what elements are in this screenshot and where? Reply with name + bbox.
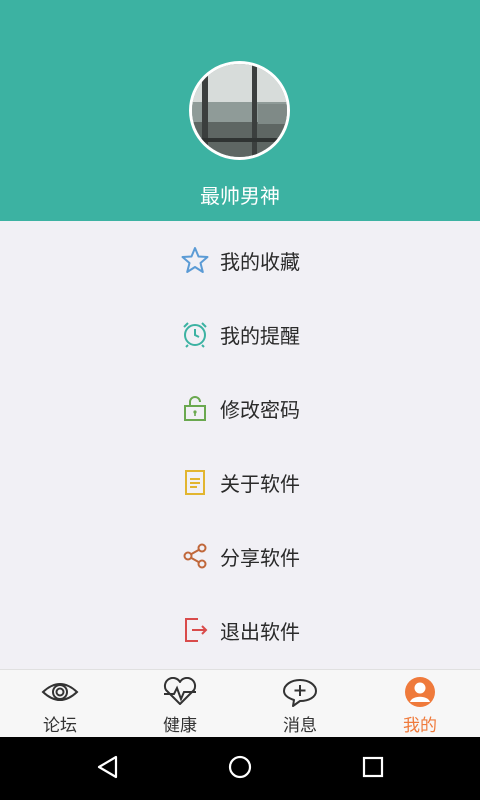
menu-item-label: 我的提醒 (220, 323, 300, 348)
home-icon (227, 754, 253, 784)
person-icon (400, 676, 440, 708)
avatar-photo (192, 64, 287, 157)
avatar[interactable] (189, 61, 290, 160)
menu-item-favorites[interactable]: 我的收藏 (0, 223, 480, 297)
profile-menu: 我的收藏 我的提醒 修改密码 关于软件 分享软件 退出软件 (0, 221, 480, 669)
exit-icon (180, 615, 210, 645)
tab-messages[interactable]: 消息 (240, 670, 360, 737)
document-icon (180, 467, 210, 497)
heart-pulse-icon (160, 676, 200, 708)
chat-bubble-icon (280, 676, 320, 708)
bottom-tab-bar: 论坛 健康 消息 我的 (0, 669, 480, 737)
menu-item-exit[interactable]: 退出软件 (0, 593, 480, 667)
username: 最帅男神 (200, 184, 280, 208)
tab-label: 消息 (283, 716, 317, 736)
eye-icon (40, 676, 80, 708)
menu-item-label: 分享软件 (220, 545, 300, 570)
menu-item-reminders[interactable]: 我的提醒 (0, 297, 480, 371)
tab-label: 论坛 (43, 716, 77, 736)
menu-item-share[interactable]: 分享软件 (0, 519, 480, 593)
tab-forum[interactable]: 论坛 (0, 670, 120, 737)
share-icon (180, 541, 210, 571)
tab-me[interactable]: 我的 (360, 670, 480, 737)
profile-header: 最帅男神 (0, 0, 480, 221)
menu-item-change-password[interactable]: 修改密码 (0, 371, 480, 445)
menu-item-about[interactable]: 关于软件 (0, 445, 480, 519)
tab-health[interactable]: 健康 (120, 670, 240, 737)
menu-item-label: 我的收藏 (220, 249, 300, 274)
back-icon (95, 754, 121, 784)
tab-label: 健康 (163, 716, 197, 736)
alarm-clock-icon (180, 319, 210, 349)
recents-icon (360, 754, 386, 784)
tab-label: 我的 (403, 716, 437, 736)
unlock-icon (180, 393, 210, 423)
recents-button[interactable] (333, 737, 413, 800)
menu-item-label: 关于软件 (220, 471, 300, 496)
menu-item-label: 修改密码 (220, 397, 300, 422)
star-icon (180, 245, 210, 275)
back-button[interactable] (68, 737, 148, 800)
system-nav-bar (0, 737, 480, 800)
menu-item-label: 退出软件 (220, 619, 300, 644)
home-button[interactable] (200, 737, 280, 800)
